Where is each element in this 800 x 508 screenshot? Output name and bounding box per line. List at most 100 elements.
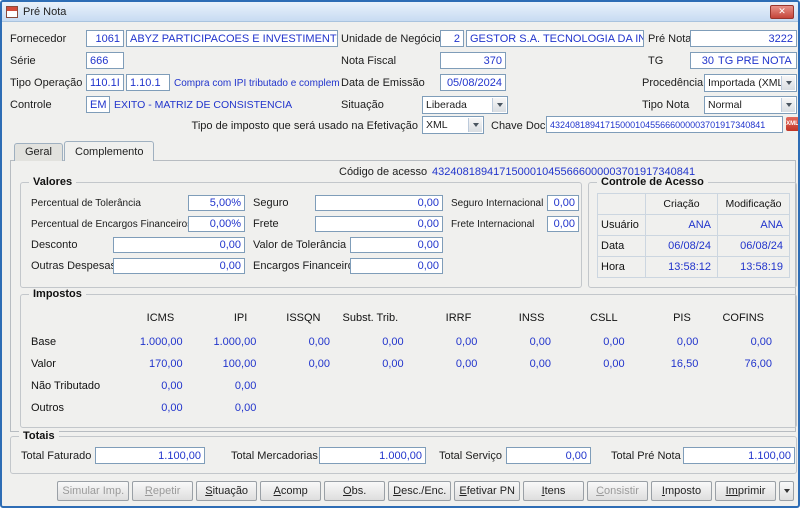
total-faturado-field[interactable]: 1.100,00 — [95, 447, 205, 464]
impostos-row-base: Base 1.000,00 1.000,00 0,00 0,00 0,00 0,00 0,00… — [31, 331, 786, 353]
controle-acesso-table: Criação Modificação Usuário ANA ANA Data 06/08… — [597, 193, 790, 278]
total-mercadorias-value: 1.000,00 — [379, 449, 422, 462]
impostos-value: 100,00 — [222, 358, 257, 370]
impostos-value: 0,00 — [161, 402, 183, 414]
frete-label: Frete — [253, 218, 279, 230]
seguro-internacional-value: 0,00 — [553, 197, 575, 209]
impostos-row-label: Base — [31, 336, 57, 348]
data-emissao-label: Data de Emissão — [341, 77, 425, 89]
impostos-row-label: Não Tributado — [31, 380, 101, 392]
serie-field[interactable]: 666 — [86, 52, 124, 69]
desconto-value: 0,00 — [219, 239, 241, 251]
unidade-negocio-code-field[interactable]: 2 — [440, 30, 464, 47]
button-situa-o[interactable]: Situação — [196, 480, 258, 501]
percentual-tolerancia-label: Percentual de Tolerância — [31, 198, 141, 209]
chave-doc-label: Chave Doc. — [491, 120, 549, 132]
ca-value: ANA — [718, 215, 790, 236]
tipo-nota-select[interactable]: Normal — [704, 96, 797, 114]
serie-label: Série — [10, 55, 36, 67]
impostos-group: Impostos ICMS IPI ISSQN Subst. Trib. IRRF INS… — [20, 288, 797, 428]
impostos-column-pis: PIS — [673, 312, 691, 324]
unidade-negocio-name-value: GESTOR S.A. TECNOLOGIA DA INFORMACA — [470, 32, 643, 45]
chave-doc-field[interactable]: 4324081894171500010455666000003701917340… — [546, 116, 783, 133]
fornecedor-name-field[interactable]: ABYZ PARTICIPACOES E INVESTIMENTOS LTDA — [126, 30, 338, 47]
situacao-label: Situação — [341, 99, 384, 111]
button-itens[interactable]: Itens — [523, 480, 584, 501]
serie-value: 666 — [90, 54, 109, 67]
encargos-financeiros-value: 0,00 — [417, 260, 439, 272]
encargos-financeiros-field[interactable]: 0,00 — [350, 258, 443, 274]
impostos-column-icms: ICMS — [146, 312, 175, 324]
impostos-value: 1.000,00 — [139, 336, 183, 348]
impostos-value: 0,00 — [455, 336, 478, 348]
nota-fiscal-field[interactable]: 370 — [440, 52, 506, 69]
percentual-encargos-field[interactable]: 0,00% — [188, 216, 245, 232]
valor-tolerancia-label: Valor de Tolerância — [253, 239, 347, 251]
frete-internacional-field[interactable]: 0,00 — [547, 216, 579, 232]
fornecedor-code-value: 1061 — [95, 32, 120, 45]
tab-complemento[interactable]: Complemento — [64, 141, 155, 161]
tipo-imposto-value: XML — [426, 119, 448, 131]
tg-field[interactable]: 30 TG PRE NOTA POI — [690, 52, 797, 69]
ca-row-label-hora: Hora — [598, 257, 646, 278]
total-mercadorias-field[interactable]: 1.000,00 — [319, 447, 426, 464]
button-efetivar-pn[interactable]: Efetivar PN — [454, 480, 520, 501]
total-servico-value: 0,00 — [565, 449, 587, 462]
pre-nota-window: Pré Nota ✕ Fornecedor 1061 ABYZ PARTICIP… — [0, 0, 800, 508]
tipo-operacao-code1-field[interactable]: 110.1I — [86, 74, 124, 91]
tipo-operacao-code1-value: 110.1I — [90, 76, 120, 89]
fornecedor-code-field[interactable]: 1061 — [86, 30, 124, 47]
outras-despesas-field[interactable]: 0,00 — [113, 258, 245, 274]
impostos-row-outros: Outros 0,00 0,00 — [31, 397, 786, 419]
controle-code-field[interactable]: EM — [86, 96, 110, 113]
impostos-value: 1.000,00 — [213, 336, 257, 348]
pre-nota-field[interactable]: 3222 — [690, 30, 797, 47]
tipo-operacao-code2-value: 1.10.1 — [130, 76, 161, 89]
encargos-financeiros-label: Encargos Financeiros — [253, 260, 360, 272]
ca-row-label-data: Data — [598, 236, 646, 257]
button-imposto[interactable]: Imposto — [651, 480, 712, 501]
total-pre-nota-field[interactable]: 1.100,00 — [683, 447, 795, 464]
ca-value: 13:58:12 — [646, 257, 718, 278]
desconto-field[interactable]: 0,00 — [113, 237, 245, 253]
situacao-select[interactable]: Liberada — [422, 96, 508, 114]
seguro-internacional-label: Seguro Internacional — [451, 198, 544, 209]
frete-field[interactable]: 0,00 — [315, 216, 443, 232]
controle-acesso-group-title: Controle de Acesso — [597, 176, 708, 188]
controle-acesso-group: Controle de Acesso Criação Modificação Usu… — [588, 176, 797, 288]
close-button[interactable]: ✕ — [770, 4, 794, 19]
button-desc-enc[interactable]: Desc./Enc. — [388, 480, 452, 501]
total-servico-field[interactable]: 0,00 — [506, 447, 591, 464]
impostos-column-irrf: IRRF — [445, 312, 472, 324]
total-faturado-label: Total Faturado — [21, 450, 92, 462]
button-obs[interactable]: Obs. — [324, 480, 386, 501]
titlebar: Pré Nota ✕ — [2, 2, 798, 22]
impostos-group-title: Impostos — [29, 288, 86, 300]
button-repetir: Repetir — [132, 480, 194, 501]
xml-file-icon[interactable]: XML — [786, 117, 798, 131]
tg-name-value: TG PRE NOTA POI — [718, 54, 793, 67]
unidade-negocio-name-field[interactable]: GESTOR S.A. TECNOLOGIA DA INFORMACA — [466, 30, 644, 47]
tipo-imposto-select[interactable]: XML — [422, 116, 484, 134]
procedencia-select[interactable]: Importada (XML) — [704, 74, 797, 92]
fornecedor-name-value: ABYZ PARTICIPACOES E INVESTIMENTOS LTDA — [130, 32, 337, 45]
data-emissao-field[interactable]: 05/08/2024 — [440, 74, 506, 91]
seguro-internacional-field[interactable]: 0,00 — [547, 195, 579, 211]
unidade-negocio-label: Unidade de Negócio — [341, 33, 441, 45]
percentual-encargos-value: 0,00% — [209, 218, 241, 230]
imprimir-menu-arrow-button[interactable] — [779, 480, 794, 501]
situacao-value: Liberada — [426, 99, 467, 111]
percentual-tolerancia-field[interactable]: 5,00% — [188, 195, 245, 211]
tipo-operacao-code2-field[interactable]: 1.10.1 — [126, 74, 170, 91]
button-imprimir[interactable]: Imprimir — [715, 480, 776, 501]
impostos-value: 0,00 — [529, 358, 551, 370]
frete-value: 0,00 — [417, 218, 439, 230]
nota-fiscal-label: Nota Fiscal — [341, 55, 397, 67]
tab-geral-label: Geral — [25, 146, 52, 158]
seguro-field[interactable]: 0,00 — [315, 195, 443, 211]
button-acomp[interactable]: Acomp — [260, 480, 322, 501]
tab-geral[interactable]: Geral — [14, 143, 63, 161]
valor-tolerancia-field[interactable]: 0,00 — [350, 237, 443, 253]
ca-value: 13:58:19 — [718, 257, 790, 278]
impostos-header-row: ICMS IPI ISSQN Subst. Trib. IRRF INSS CSLL PIS C… — [31, 309, 786, 327]
